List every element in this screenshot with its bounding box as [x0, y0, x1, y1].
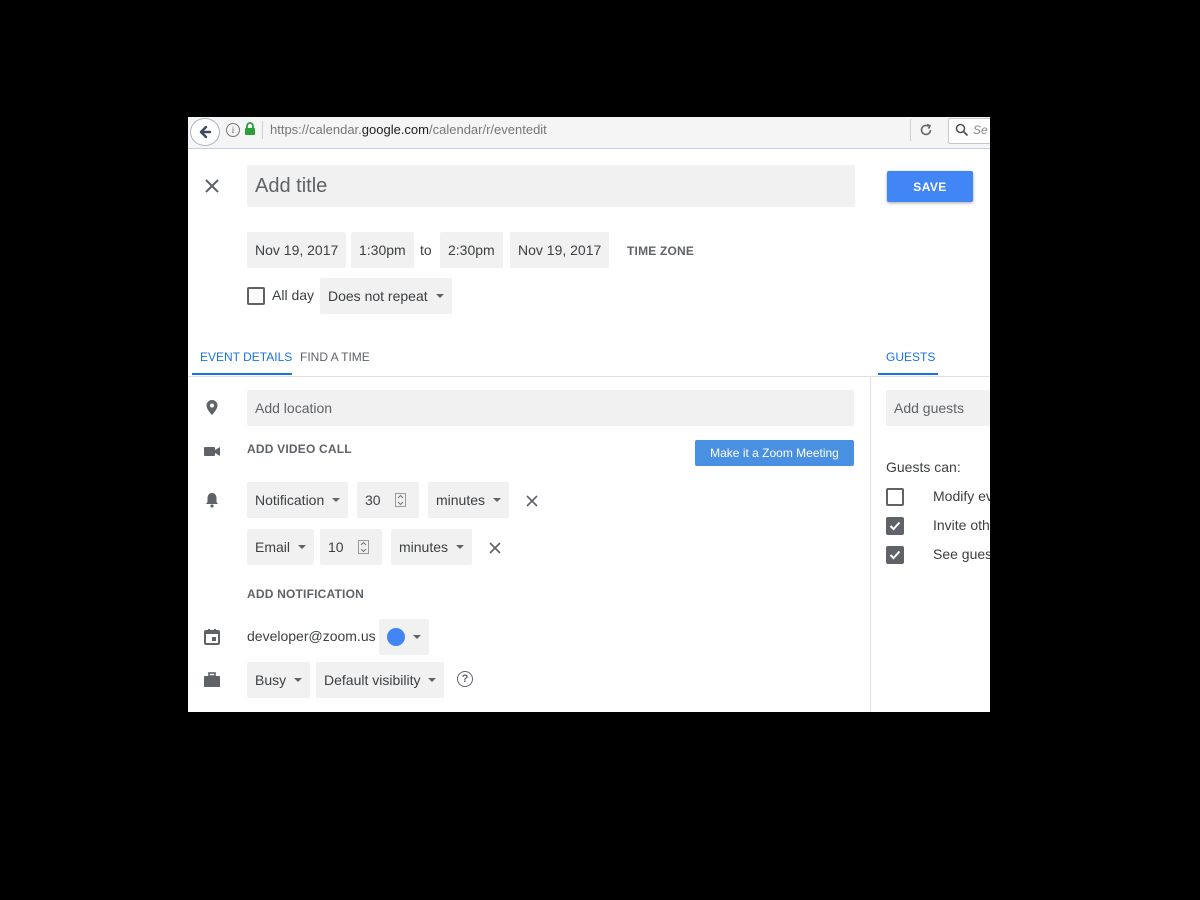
notification-type-dropdown[interactable]: Notification [247, 482, 349, 518]
repeat-dropdown[interactable]: Does not repeat [320, 278, 452, 314]
notification-type-value: Notification [255, 492, 325, 508]
all-day-label: All day [272, 287, 315, 303]
notification-unit-value: minutes [436, 492, 486, 508]
visibility-dropdown[interactable]: Default visibility [316, 662, 445, 698]
tabs-divider [188, 376, 870, 377]
back-button[interactable] [190, 118, 220, 146]
video-camera-icon [204, 447, 220, 456]
end-date-chip[interactable]: Nov 19, 2017 [510, 232, 610, 268]
search-placeholder: Se [973, 123, 988, 137]
email-notification-type-dropdown[interactable]: Email [247, 529, 315, 565]
chevron-down-icon [332, 498, 341, 502]
url-path: /calendar/r/eventedit [429, 122, 547, 137]
chevron-down-icon [294, 678, 303, 682]
start-time-chip[interactable]: 1:30pm [351, 232, 414, 268]
chevron-down-icon [493, 498, 502, 502]
checkmark-icon [889, 521, 901, 531]
bell-icon [206, 493, 218, 508]
checkmark-icon [889, 550, 901, 560]
location-input[interactable] [247, 390, 854, 426]
reload-button[interactable] [910, 119, 941, 141]
active-tab-indicator [192, 373, 292, 375]
repeat-value: Does not repeat [328, 288, 428, 304]
availability-dropdown[interactable]: Busy [247, 662, 311, 698]
location-pin-icon [206, 400, 218, 415]
back-arrow-icon [199, 125, 212, 139]
chevron-down-icon [413, 635, 421, 639]
email-notification-unit-value: minutes [399, 539, 449, 555]
time-zone-link[interactable]: TIME ZONE [627, 244, 694, 258]
all-day-checkbox[interactable] [247, 287, 265, 305]
chevron-down-icon [298, 545, 307, 549]
notification-amount-value: 30 [365, 492, 381, 508]
invite-others-checkbox[interactable] [886, 517, 904, 535]
modify-event-label: Modify ev [933, 488, 990, 504]
see-guest-list-checkbox[interactable] [886, 546, 904, 564]
tab-event-details[interactable]: EVENT DETAILS [200, 350, 292, 364]
invite-others-label: Invite oth [933, 517, 990, 533]
url-domain: google.com [361, 122, 429, 137]
info-icon[interactable]: i [226, 123, 240, 137]
notification-unit-dropdown[interactable]: minutes [428, 482, 510, 518]
event-color-swatch [387, 628, 405, 646]
email-notification-type-value: Email [255, 539, 291, 555]
lock-icon [245, 122, 255, 135]
remove-email-notification-icon[interactable] [487, 540, 503, 556]
notification-amount-stepper[interactable]: 30 [357, 482, 419, 518]
chevron-down-icon [428, 678, 437, 682]
end-time-chip[interactable]: 2:30pm [440, 232, 503, 268]
guests-tabs-divider [870, 376, 990, 377]
close-icon[interactable] [202, 176, 222, 196]
url-field[interactable]: https://calendar.google.com/calendar/r/e… [270, 122, 547, 137]
event-color-dropdown[interactable] [379, 619, 429, 655]
url-prefix: https://calendar. [270, 122, 362, 137]
browser-address-bar: i https://calendar.google.com/calendar/r… [188, 117, 990, 149]
email-notification-unit-dropdown[interactable]: minutes [391, 529, 473, 565]
chevron-down-icon [435, 294, 444, 298]
visibility-value: Default visibility [324, 672, 421, 688]
email-notification-amount-value: 10 [328, 539, 344, 555]
briefcase-icon [204, 672, 220, 687]
guests-tab-indicator [878, 373, 938, 375]
browser-search-box[interactable]: Se [948, 118, 990, 144]
help-icon[interactable]: ? [457, 671, 473, 687]
add-guests-input[interactable] [886, 390, 990, 426]
event-title-input[interactable] [247, 165, 855, 207]
see-guest-list-label: See gues [933, 546, 990, 562]
to-label: to [420, 242, 432, 258]
search-icon [955, 123, 969, 137]
calendar-owner-email: developer@zoom.us [247, 628, 376, 644]
reload-icon [920, 123, 932, 136]
email-notification-amount-stepper[interactable]: 10 [320, 529, 382, 565]
guests-can-label: Guests can: [886, 459, 961, 475]
zoom-meeting-button[interactable]: Make it a Zoom Meeting [695, 440, 854, 466]
modify-event-checkbox[interactable] [886, 488, 904, 506]
url-separator [262, 121, 263, 139]
calendar-window: i https://calendar.google.com/calendar/r… [188, 117, 990, 712]
save-button[interactable]: SAVE [887, 171, 973, 202]
stepper-arrows-icon[interactable] [357, 540, 369, 554]
add-video-call-link[interactable]: ADD VIDEO CALL [247, 442, 352, 456]
add-notification-link[interactable]: ADD NOTIFICATION [247, 587, 364, 601]
tab-find-a-time[interactable]: FIND A TIME [300, 350, 370, 364]
remove-notification-icon[interactable] [524, 493, 540, 509]
panel-divider [870, 377, 871, 712]
tab-guests[interactable]: GUESTS [886, 350, 935, 364]
calendar-icon [204, 629, 220, 645]
availability-value: Busy [255, 672, 287, 688]
start-date-chip[interactable]: Nov 19, 2017 [247, 232, 347, 268]
chevron-down-icon [456, 545, 465, 549]
stepper-arrows-icon[interactable] [394, 493, 406, 507]
